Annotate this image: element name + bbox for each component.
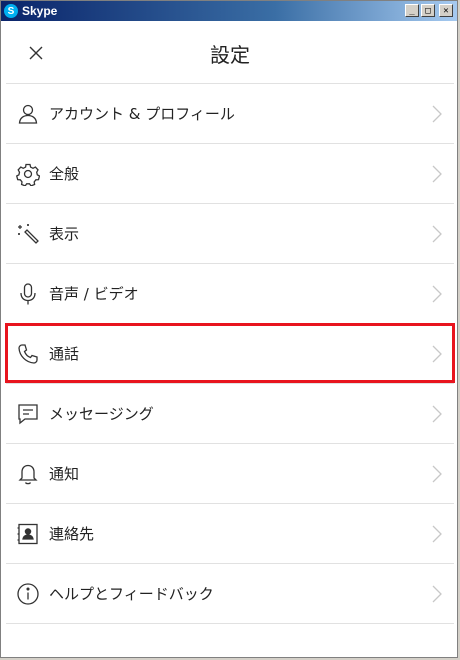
menu-item-label: 通知 [49,465,80,483]
title-bar[interactable]: S Skype _ □ ✕ [1,1,457,21]
menu-item-label: アカウント & プロフィール [49,105,235,123]
settings-header: 設定 [6,23,454,84]
settings-menu: アカウント & プロフィール 全般 表示 音声 / ビデオ 通話 メッセージング… [5,84,455,624]
chevron-right-icon [432,585,442,603]
menu-item-calls[interactable]: 通話 [5,323,455,384]
menu-item-account[interactable]: アカウント & プロフィール [6,84,454,144]
menu-item-label: 連絡先 [49,525,95,543]
settings-panel: 設定 アカウント & プロフィール 全般 表示 音声 / ビデオ 通話 メッセー… [5,23,455,655]
microphone-icon [16,282,40,306]
menu-item-help[interactable]: ヘルプとフィードバック [6,564,454,624]
info-icon [16,582,40,606]
menu-item-audio-video[interactable]: 音声 / ビデオ [6,264,454,324]
skype-logo-icon: S [4,4,18,18]
chevron-right-icon [432,285,442,303]
menu-item-label: 表示 [49,225,80,243]
menu-item-label: ヘルプとフィードバック [49,585,214,603]
person-icon [16,102,40,126]
menu-item-display[interactable]: 表示 [6,204,454,264]
chevron-right-icon [432,225,442,243]
bell-icon [16,462,40,486]
message-icon [16,402,40,426]
magic-wand-icon [16,222,40,246]
contacts-icon [16,522,40,546]
gear-icon [16,162,40,186]
chevron-right-icon [432,345,442,363]
menu-item-contacts[interactable]: 連絡先 [6,504,454,564]
menu-item-label: 音声 / ビデオ [49,285,139,303]
chevron-right-icon [432,525,442,543]
menu-item-label: メッセージング [49,405,154,423]
close-window-button[interactable]: ✕ [439,4,453,17]
chevron-right-icon [432,105,442,123]
menu-item-label: 全般 [49,165,80,183]
chevron-right-icon [432,465,442,483]
chevron-right-icon [432,405,442,423]
menu-item-notifications[interactable]: 通知 [6,444,454,504]
menu-item-messaging[interactable]: メッセージング [6,384,454,444]
window-title: Skype [22,4,58,18]
page-title: 設定 [210,43,250,67]
phone-icon [16,342,40,366]
maximize-button[interactable]: □ [421,4,435,17]
menu-item-label: 通話 [49,345,80,363]
minimize-button[interactable]: _ [405,4,419,17]
chevron-right-icon [432,165,442,183]
menu-item-general[interactable]: 全般 [6,144,454,204]
skype-window: S Skype _ □ ✕ 設定 アカウント & プロフィール 全般 表示 音声… [0,0,458,658]
